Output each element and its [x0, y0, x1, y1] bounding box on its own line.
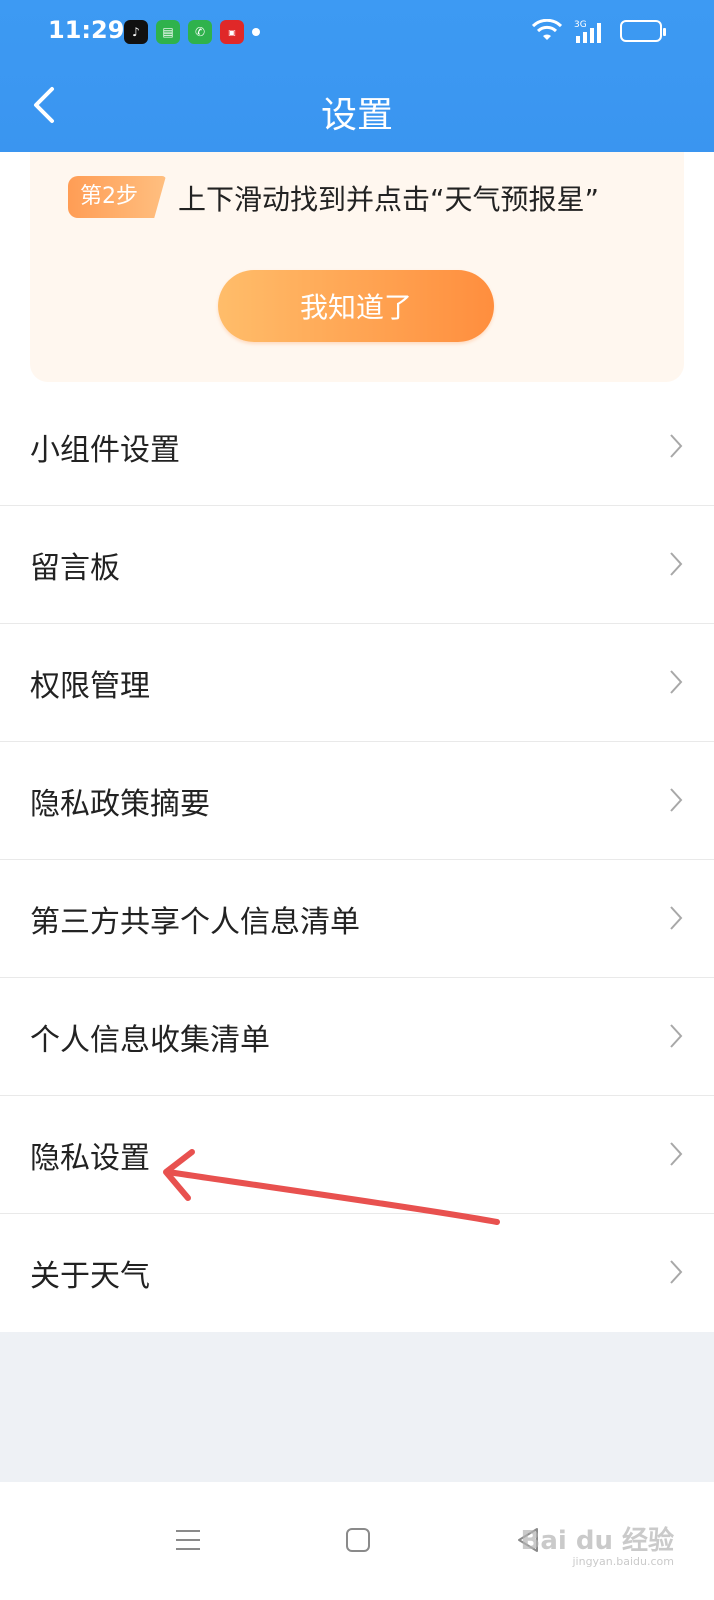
- chevron-right-icon: [670, 1260, 683, 1284]
- settings-item-label: 个人信息收集清单: [30, 1022, 270, 1058]
- settings-item-message-board[interactable]: 留言板: [0, 506, 714, 624]
- settings-item-label: 第三方共享个人信息清单: [30, 904, 360, 940]
- network-type: 3G: [574, 20, 587, 30]
- tiktok-icon: ♪: [124, 20, 148, 44]
- settings-item-label: 小组件设置: [30, 432, 180, 468]
- battery-icon: [620, 20, 666, 42]
- app-bar: 设置: [0, 62, 714, 152]
- settings-item-privacy-settings[interactable]: 隐私设置: [0, 1096, 714, 1214]
- settings-list: 小组件设置 留言板 权限管理 隐私政策摘要 第三方共享个人信息清单 个人信息收集…: [0, 388, 714, 1332]
- settings-item-permissions[interactable]: 权限管理: [0, 624, 714, 742]
- more-notifications-dot: [252, 28, 260, 36]
- settings-item-label: 关于天气: [30, 1259, 150, 1294]
- settings-item-label: 隐私政策摘要: [30, 786, 210, 822]
- chevron-right-icon: [670, 434, 683, 458]
- chevron-right-icon: [670, 788, 683, 812]
- notification-icons: ♪ ▤ ✆ ▣: [124, 20, 260, 44]
- settings-item-label: 留言板: [30, 550, 120, 586]
- settings-item-widget[interactable]: 小组件设置: [0, 388, 714, 506]
- shopping-app-icon: ▣: [220, 20, 244, 44]
- status-right: 3G: [532, 18, 666, 44]
- settings-item-about[interactable]: 关于天气: [0, 1214, 714, 1332]
- signal-icon: 3G: [574, 18, 608, 44]
- got-it-button[interactable]: 我知道了: [218, 270, 494, 342]
- tip-section: 第2步 上下滑动找到并点击“天气预报星” 我知道了: [0, 152, 714, 388]
- watermark: Bai du 经验 jingyan.baidu.com: [521, 1520, 675, 1568]
- step-badge: 第2步: [68, 176, 166, 218]
- menu-icon: [176, 1530, 200, 1550]
- watermark-url: jingyan.baidu.com: [572, 1555, 674, 1568]
- wifi-icon: [532, 19, 562, 43]
- watermark-brand: Bai du 经验: [520, 1526, 675, 1556]
- chevron-right-icon: [670, 552, 683, 576]
- home-square-icon: [346, 1528, 370, 1552]
- menu-button[interactable]: [168, 1520, 208, 1560]
- message-icon: ▤: [156, 20, 180, 44]
- status-bar: 11:29 ♪ ▤ ✆ ▣ 3G: [0, 0, 714, 62]
- chevron-right-icon: [670, 670, 683, 694]
- settings-item-label: 权限管理: [30, 668, 150, 704]
- page-title: 设置: [320, 95, 393, 136]
- header: 11:29 ♪ ▤ ✆ ▣ 3G 设置: [0, 0, 714, 152]
- settings-item-privacy-summary[interactable]: 隐私政策摘要: [0, 742, 714, 860]
- settings-item-label: 隐私设置: [30, 1140, 150, 1176]
- settings-item-third-party-list[interactable]: 第三方共享个人信息清单: [0, 860, 714, 978]
- screen: 11:29 ♪ ▤ ✆ ▣ 3G 设置 第2步 上下滑动找到并点击“天气预报星”…: [0, 0, 714, 1600]
- tip-card: 第2步 上下滑动找到并点击“天气预报星” 我知道了: [30, 152, 684, 382]
- chevron-right-icon: [670, 1024, 683, 1048]
- phone-icon: ✆: [188, 20, 212, 44]
- chevron-right-icon: [670, 1142, 683, 1166]
- settings-item-info-collection-list[interactable]: 个人信息收集清单: [0, 978, 714, 1096]
- chevron-right-icon: [670, 906, 683, 930]
- tip-text: 上下滑动找到并点击“天气预报星”: [178, 183, 600, 216]
- status-time: 11:29: [48, 16, 125, 44]
- home-button[interactable]: [338, 1520, 378, 1560]
